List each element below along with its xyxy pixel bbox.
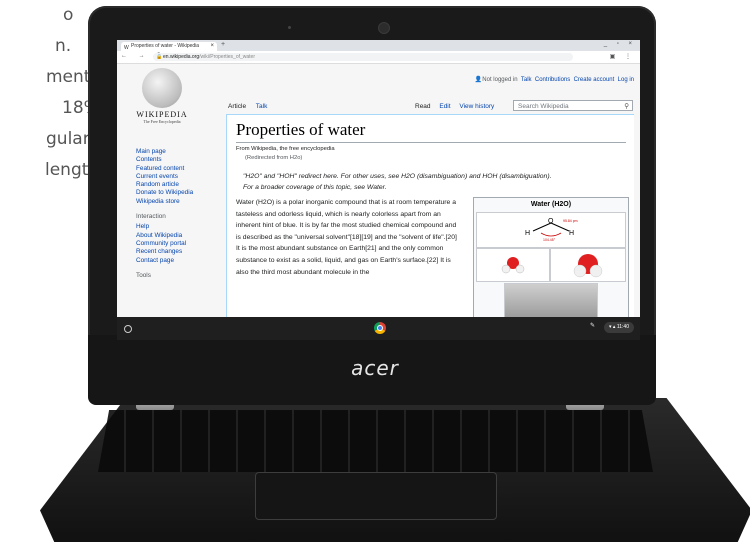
user-links: 👤Not logged in Talk Contributions Create… [475,76,634,83]
hatnote-line: For a broader coverage of this topic, se… [243,184,387,191]
clock: 11:40 [616,324,629,330]
webcam [378,22,390,34]
tab-talk[interactable]: Talk [256,103,268,110]
sidebar-item-main-page[interactable]: Main page [136,148,231,156]
sidebar-item-featured[interactable]: Featured content [136,165,231,173]
contributions-link[interactable]: Contributions [535,77,570,83]
sidebar-item-donate[interactable]: Donate to Wikipedia [136,189,231,197]
redirect-note[interactable]: (Redirected from H2o) [245,155,302,161]
wifi-battery-icons: ▾ ▴ [609,324,616,330]
sidebar-item-about[interactable]: About Wikipedia [136,232,231,240]
infobox: Water (H2O) H O H 104.45° 95.84 pm [473,197,629,325]
from-line: From Wikipedia, the free encyclopedia [236,146,335,152]
laptop-screen: W Properties of water - Wikipedia × + _ … [117,40,640,340]
close-tab-icon[interactable]: × [210,42,214,51]
ball-and-stick-model[interactable] [476,248,550,282]
bond-length-label: 95.84 pm [563,219,578,223]
molecule-diagram[interactable]: H O H 104.45° 95.84 pm [476,212,626,248]
brand-logo: acer [351,356,399,380]
tab-read[interactable]: Read [415,103,431,110]
molecule-diagram-svg: H O H 104.45° 95.84 pm [525,218,578,242]
not-logged-in: Not logged in [482,77,518,83]
article-lead-paragraph: Water (H2O) is a polar inorganic compoun… [236,199,457,276]
sidebar-item-recent-changes[interactable]: Recent changes [136,248,231,256]
microphone [288,26,291,29]
search-placeholder: Search Wikipedia [518,103,569,110]
hatnote: "H2O" and "HOH" redirect here. For other… [243,171,623,193]
browser-toolbar: ← → C 🔒 en.wikipedia.org/wiki/Properties… [117,51,640,64]
window-controls[interactable]: _ ▫ × [604,41,636,47]
puzzle-globe-icon [142,68,182,108]
sidebar-item-current-events[interactable]: Current events [136,173,231,181]
wikipedia-logo[interactable]: WIKIPEDIA The Free Encyclopedia [127,68,197,124]
tab-strip: W Properties of water - Wikipedia × + _ … [117,40,640,51]
keyboard [98,410,653,472]
lock-icon: 🔒 [156,54,163,60]
title-divider [236,142,626,143]
view-tabs: Read Edit View history [415,103,501,110]
infobox-title: Water (H2O) [530,201,572,208]
hatnote-line: "H2O" and "HOH" redirect here. For other… [243,173,552,180]
sidebar-item-community[interactable]: Community portal [136,240,231,248]
talk-link[interactable]: Talk [521,77,532,83]
stylus-icon[interactable]: ✎ [590,322,595,329]
tab-edit[interactable]: Edit [439,103,450,110]
ball-stick-svg [501,257,525,274]
new-tab-button[interactable]: + [221,41,225,48]
sidebar-item-store[interactable]: Wikipedia store [136,198,231,206]
url-host: en.wikipedia.org [163,54,200,60]
tagline: The Free Encyclopedia [143,119,181,124]
space-fill-svg [573,254,603,278]
sidebar-item-help[interactable]: Help [136,223,231,231]
tab-view-history[interactable]: View history [459,103,494,110]
browser-tab[interactable]: W Properties of water - Wikipedia × [121,42,217,51]
chromeos-shelf: ✎ ▾ ▴ 11:40 [117,317,640,340]
search-icon[interactable]: ⚲ [624,101,629,112]
address-bar[interactable]: 🔒 en.wikipedia.org/wiki/Properties_of_wa… [153,53,573,61]
page-title: Properties of water [236,120,366,139]
atom-h-left: H [525,230,530,237]
sidebar-item-contents[interactable]: Contents [136,156,231,164]
atom-h-right: H [569,230,574,237]
bond-angle-label: 104.45° [543,238,556,242]
sidebar-item-random[interactable]: Random article [136,181,231,189]
sidebar-heading-tools: Tools [136,271,151,279]
namespace-tabs: Article Talk [228,103,275,110]
sidebar-heading-interaction: Interaction [136,213,166,221]
sidebar-item-contact[interactable]: Contact page [136,257,231,265]
space-filling-model[interactable] [550,248,626,282]
tab-title: Properties of water - Wikipedia [131,43,200,49]
touchpad [255,472,497,520]
article-content: Properties of water From Wikipedia, the … [226,114,634,326]
launcher-button[interactable] [124,325,132,333]
log-in-link[interactable]: Log in [618,77,634,83]
wordmark: WIKIPEDIA [136,110,188,119]
search-input[interactable]: Search Wikipedia ⚲ [513,100,633,111]
toolbar-menu-icons[interactable]: ▣ ⋮ [610,53,635,60]
status-tray[interactable]: ▾ ▴ 11:40 [604,322,634,333]
tab-article[interactable]: Article [228,103,246,110]
wikipedia-page: WIKIPEDIA The Free Encyclopedia Main pag… [117,64,640,326]
chrome-icon[interactable] [374,322,386,334]
url-path: /wiki/Properties_of_water [199,54,255,60]
sidebar: Main page Contents Featured content Curr… [136,148,231,282]
create-account-link[interactable]: Create account [574,77,615,83]
atom-o: O [548,218,554,225]
